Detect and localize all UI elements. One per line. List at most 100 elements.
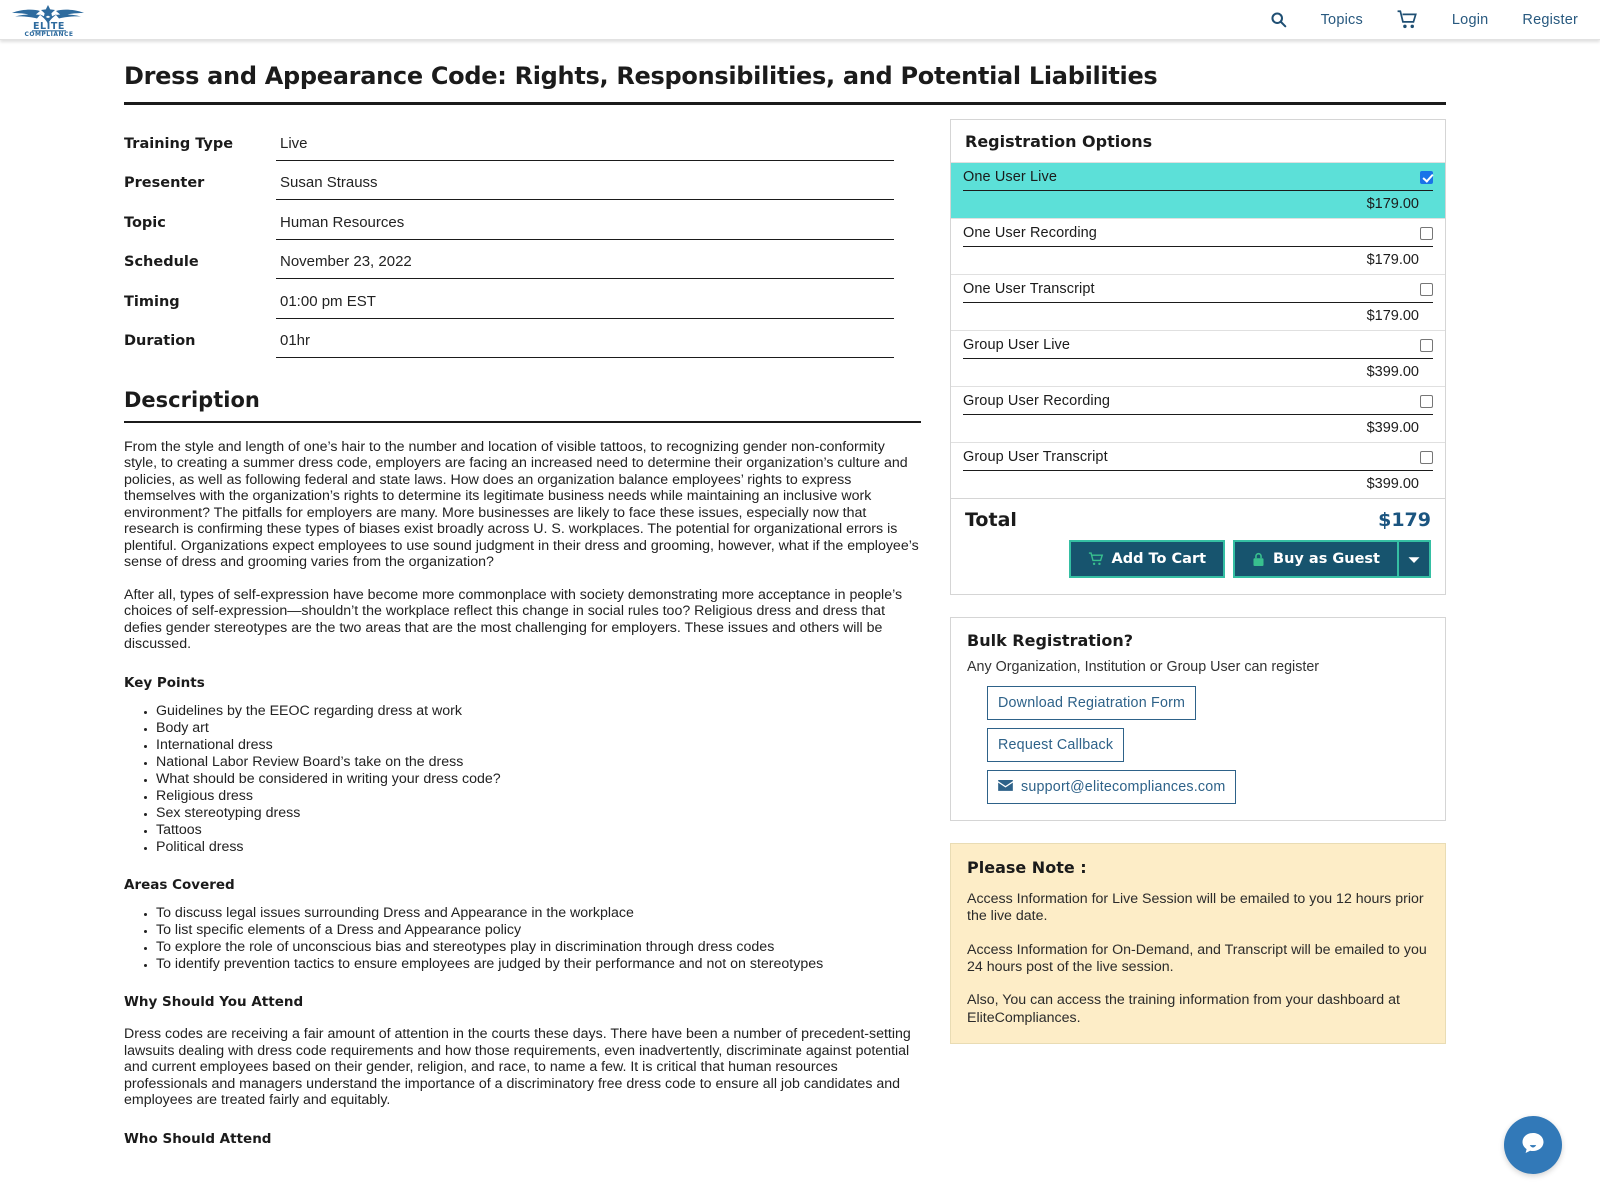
option-price: $399.00 [1366,476,1419,492]
please-note-title: Please Note : [967,858,1087,877]
option-label: Group User Transcript [963,449,1108,465]
chat-widget-button[interactable] [1504,1116,1562,1174]
chevron-down-icon [1408,552,1420,567]
option-checkbox[interactable] [1420,226,1433,240]
list-item: Tattoos [156,822,914,838]
list-item: Body art [156,720,914,736]
search-icon[interactable] [1270,11,1287,28]
cart-icon [1088,552,1104,566]
purchase-buttons: Add To Cart Buy as Guest [951,531,1445,594]
detail-value: 01:00 pm EST [276,293,894,319]
registration-option-one-user-transcript[interactable]: One User Transcript $179.00 [951,274,1445,330]
list-item: What should be considered in writing you… [156,771,914,787]
download-registration-form-label: Download Regiatration Form [998,695,1186,711]
elite-compliance-logo[interactable]: ELITE COMPLIANCE [10,3,88,37]
option-checkbox[interactable] [1420,338,1433,352]
detail-label: Schedule [124,254,199,270]
registration-option-one-user-recording[interactable]: One User Recording $179.00 [951,218,1445,274]
detail-value: November 23, 2022 [276,253,894,279]
chat-bubble-icon [1518,1128,1548,1163]
add-to-cart-button[interactable]: Add To Cart [1068,540,1226,578]
buy-options-dropdown-toggle[interactable] [1398,540,1431,578]
support-email-label: support@elitecompliances.com [1021,779,1226,795]
bulk-registration-buttons: Download Regiatration Form Request Callb… [951,675,1445,820]
key-points-heading: Key Points [124,674,205,691]
download-registration-form-button[interactable]: Download Regiatration Form [987,686,1197,720]
list-item: To discuss legal issues surrounding Dres… [156,905,914,921]
detail-label: Training Type [124,135,234,152]
right-column: Registration Options One User Live $179.… [950,105,1446,1044]
detail-row-duration: Duration 01hr [124,319,924,358]
buy-as-guest-group: Buy as Guest [1233,540,1431,578]
buy-as-guest-label: Buy as Guest [1273,551,1380,567]
option-price: $179.00 [1366,252,1419,268]
detail-value: Human Resources [276,214,894,240]
please-note-paragraph-2: Access Information for On-Demand, and Tr… [967,941,1427,975]
please-note-paragraph-3: Also, You can access the training inform… [967,992,1400,1026]
add-to-cart-label: Add To Cart [1111,551,1207,567]
training-details-table: Training Type Live Presenter Susan Strau… [124,121,924,358]
detail-row-presenter: Presenter Susan Strauss [124,161,924,200]
please-note-panel: Please Note : Access Information for Liv… [950,843,1446,1044]
registration-option-group-user-live[interactable]: Group User Live $399.00 [951,330,1445,386]
detail-row-topic: Topic Human Resources [124,200,924,240]
why-attend-heading: Why Should You Attend [124,994,304,1011]
option-price: $399.00 [1366,420,1419,436]
areas-covered-heading: Areas Covered [124,877,235,894]
main-navigation: Topics Login Register [1270,10,1578,29]
lock-icon [1252,552,1265,567]
cart-icon[interactable] [1397,10,1418,29]
left-column: Training Type Live Presenter Susan Strau… [124,105,924,1147]
option-label: Group User Live [963,337,1071,353]
detail-label: Timing [124,293,180,310]
registration-option-group-user-recording[interactable]: Group User Recording $399.00 [951,386,1445,442]
list-item: To list specific elements of a Dress and… [156,922,914,938]
detail-row-schedule: Schedule November 23, 2022 [124,240,924,279]
option-label: One User Recording [963,225,1097,241]
page-title: Dress and Appearance Code: Rights, Respo… [124,62,1446,105]
total-row: Total $179 [951,498,1445,531]
svg-text:COMPLIANCE: COMPLIANCE [24,31,73,37]
nav-register[interactable]: Register [1522,12,1578,28]
list-item: Religious dress [156,788,914,804]
page-container: Dress and Appearance Code: Rights, Respo… [0,62,1600,1147]
option-price: $179.00 [1366,196,1419,212]
nav-login[interactable]: Login [1452,12,1488,28]
option-price: $399.00 [1366,364,1419,380]
who-attend-heading: Who Should Attend [124,1130,272,1147]
list-item: To explore the role of unconscious bias … [156,939,914,955]
buy-as-guest-button[interactable]: Buy as Guest [1233,540,1398,578]
request-callback-label: Request Callback [998,737,1114,753]
detail-label: Presenter [124,175,205,191]
areas-covered-list: To discuss legal issues surrounding Dres… [124,905,914,972]
detail-value: 01hr [276,332,894,358]
list-item: Political dress [156,839,914,855]
registration-option-one-user-live[interactable]: One User Live $179.00 [951,162,1445,218]
description-paragraph-1: From the style and length of one’s hair … [124,439,919,571]
option-checkbox[interactable] [1420,450,1433,464]
list-item: To identify prevention tactics to ensure… [156,956,914,972]
option-label: One User Transcript [963,281,1095,297]
option-checkbox[interactable] [1420,282,1433,296]
bulk-registration-subtitle: Any Organization, Institution or Group U… [967,659,1320,675]
list-item: Guidelines by the EEOC regarding dress a… [156,703,914,719]
option-price: $179.00 [1366,308,1419,324]
list-item: International dress [156,737,914,753]
option-label: One User Live [963,169,1057,185]
total-value: $179 [1378,509,1431,531]
registration-option-group-user-transcript[interactable]: Group User Transcript $399.00 [951,442,1445,498]
please-note-paragraph-1: Access Information for Live Session will… [967,891,1424,925]
bulk-registration-card: Bulk Registration? Any Organization, Ins… [950,617,1446,821]
list-item: National Labor Review Board’s take on th… [156,754,914,770]
envelope-icon [998,779,1013,795]
nav-topics[interactable]: Topics [1321,12,1363,28]
option-checkbox[interactable] [1420,394,1433,408]
description-paragraph-2: After all, types of self-expression have… [124,586,903,653]
detail-value: Susan Strauss [276,174,894,200]
request-callback-button[interactable]: Request Callback [987,728,1125,762]
option-checkbox[interactable] [1420,170,1433,184]
detail-row-timing: Timing 01:00 pm EST [124,279,924,319]
support-email-button[interactable]: support@elitecompliances.com [987,770,1237,804]
registration-options-title: Registration Options [965,132,1153,151]
bulk-registration-title: Bulk Registration? [967,631,1134,650]
